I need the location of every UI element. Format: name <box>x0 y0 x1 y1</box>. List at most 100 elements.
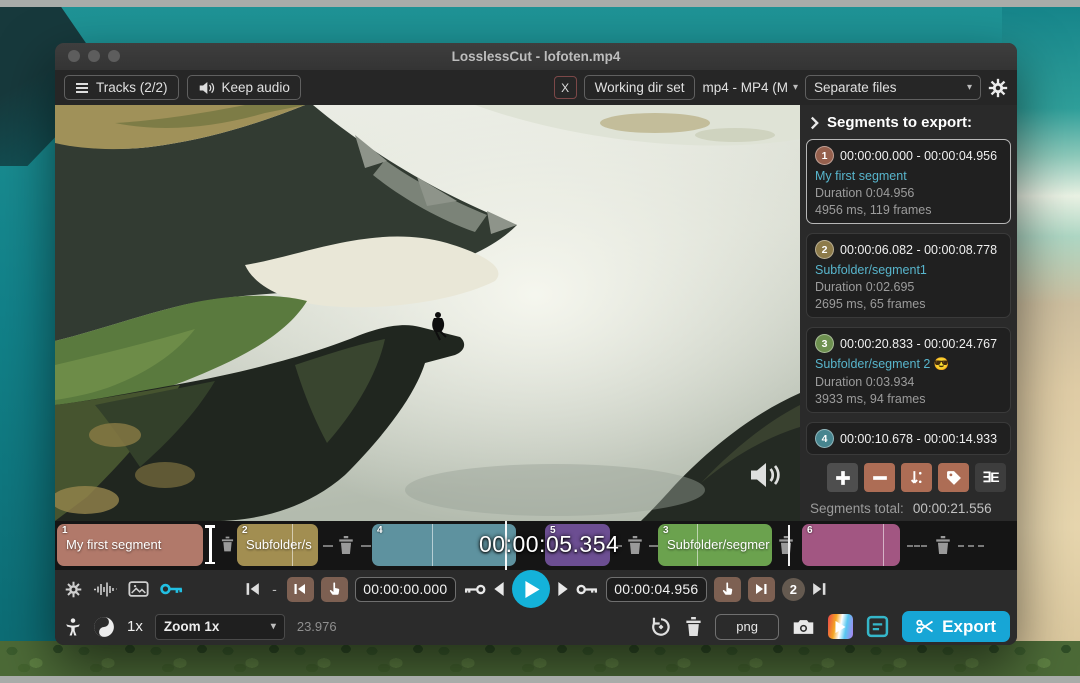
skip-end-icon <box>755 583 767 595</box>
timeline-segment[interactable]: 1 My first segment <box>57 524 203 566</box>
timeline-segment-number: 6 <box>807 525 813 536</box>
timeline-segment[interactable]: 3 Subfolder/segmer <box>658 524 772 566</box>
timeline-segment-number: 1 <box>62 525 68 536</box>
segment-list: 1 00:00:00.000 - 00:00:04.956 My first s… <box>800 139 1017 455</box>
merge-mode-select[interactable]: Separate files ▾ <box>805 75 981 100</box>
keyframes-key-icon[interactable] <box>160 582 184 596</box>
delete-segment-icon[interactable] <box>338 536 354 554</box>
timeline[interactable]: 1 My first segment 2 Subfolder/s 4 5 <box>55 521 1017 570</box>
segments-header-label: Segments to export: <box>827 114 972 131</box>
hand-icon <box>328 582 340 596</box>
segments-sidebar: Segments to export: 1 00:00:00.000 - 00:… <box>800 105 1017 521</box>
waveform-icon[interactable] <box>93 582 117 597</box>
step-forward-icon[interactable] <box>557 582 569 596</box>
set-cut-end-button[interactable] <box>714 577 741 602</box>
tracks-button[interactable]: Tracks (2/2) <box>64 75 179 100</box>
delete-segment-icon[interactable] <box>221 536 234 552</box>
working-dir-label: Working dir set <box>595 80 685 95</box>
thumbnails-icon[interactable] <box>128 581 149 597</box>
segment-name[interactable]: Subfolder/segment1 <box>815 263 1002 277</box>
motion-person-icon[interactable] <box>65 618 81 636</box>
segments-total-value: 00:00:21.556 <box>913 501 992 516</box>
jump-cut-end-button[interactable] <box>748 577 775 602</box>
split-segment-button[interactable]: ∃E <box>975 463 1006 492</box>
rotate-icon[interactable] <box>650 616 672 638</box>
timeline-tools <box>65 570 184 608</box>
zoom-value: Zoom 1x <box>164 619 220 634</box>
volume-overlay-icon[interactable] <box>748 460 784 495</box>
minus-icon <box>872 470 888 486</box>
segment-number-badge: 2 <box>815 240 834 259</box>
segment-card[interactable]: 3 00:00:20.833 - 00:00:24.767 Subfolder/… <box>806 327 1011 413</box>
close-window-icon[interactable] <box>68 50 80 62</box>
settings-gear-icon[interactable] <box>988 78 1008 98</box>
traffic-lights <box>68 50 120 62</box>
segment-card[interactable]: 4 00:00:10.678 - 00:00:14.933 <box>806 422 1011 455</box>
settings-gear-icon[interactable] <box>65 581 82 598</box>
key-left-icon[interactable] <box>463 583 486 596</box>
segment-detail: 3933 ms, 94 frames <box>815 392 1002 406</box>
gap-dash <box>361 545 371 547</box>
gap-dash <box>907 545 927 547</box>
video-preview[interactable] <box>55 105 800 521</box>
titlebar[interactable]: LosslessCut - lofoten.mp4 <box>55 43 1017 70</box>
segment-duration: Duration 0:04.956 <box>815 186 1002 200</box>
window-title: LosslessCut - lofoten.mp4 <box>452 49 621 64</box>
capture-format-button[interactable]: png <box>715 614 779 640</box>
gap-dash <box>958 545 984 547</box>
timeline-zoom-select[interactable]: Zoom 1x ▾ <box>155 614 285 640</box>
maximize-window-icon[interactable] <box>108 50 120 62</box>
play-button[interactable] <box>512 570 550 608</box>
camera-icon[interactable] <box>792 618 815 636</box>
working-dir-button[interactable]: Working dir set <box>584 75 696 100</box>
segment-card[interactable]: 2 00:00:06.082 - 00:00:08.778 Subfolder/… <box>806 233 1011 318</box>
mpv-player-icon[interactable] <box>828 614 853 639</box>
output-format-select[interactable]: mp4 - MP4 (M ▾ <box>702 80 798 95</box>
segment-time-range: 00:00:00.000 - 00:00:04.956 <box>840 149 997 163</box>
position-marker[interactable] <box>209 525 212 564</box>
screen-bezel-bottom <box>0 676 1080 683</box>
hamburger-icon <box>75 82 89 94</box>
scissors-icon <box>916 619 934 634</box>
close-file-button[interactable]: X <box>554 76 577 99</box>
remove-segment-button[interactable] <box>864 463 895 492</box>
current-segment-badge[interactable]: 2 <box>782 578 805 601</box>
timeline-segment-number: 2 <box>242 525 248 536</box>
minimize-window-icon[interactable] <box>88 50 100 62</box>
cut-start-time-input[interactable]: 00:00:00.000 <box>355 577 456 602</box>
set-cut-start-button[interactable] <box>321 577 348 602</box>
segments-header[interactable]: Segments to export: <box>800 105 1017 139</box>
export-button[interactable]: Export <box>902 611 1010 642</box>
playback-rate[interactable]: 1x <box>127 618 143 635</box>
delete-segment-icon[interactable] <box>778 536 794 554</box>
cut-end-time-input[interactable]: 00:00:04.956 <box>606 577 707 602</box>
segment-detail: 2695 ms, 65 frames <box>815 297 1002 311</box>
delete-segment-icon[interactable] <box>935 536 951 554</box>
timeline-segment-label: Subfolder/segmer <box>667 537 770 552</box>
edit-list-icon[interactable] <box>866 615 889 638</box>
segment-card[interactable]: 1 00:00:00.000 - 00:00:04.956 My first s… <box>806 139 1011 224</box>
sort-segments-button[interactable] <box>901 463 932 492</box>
label-segment-button[interactable] <box>938 463 969 492</box>
jump-file-start-icon[interactable] <box>246 582 260 596</box>
plus-icon <box>835 470 851 486</box>
timeline-segment[interactable]: 2 Subfolder/s <box>237 524 318 566</box>
timeline-segment[interactable]: 6 <box>802 524 900 566</box>
timeline-segment-number: 3 <box>663 525 669 536</box>
losslesscut-window: LosslessCut - lofoten.mp4 Tracks (2/2) K… <box>55 43 1017 645</box>
add-segment-button[interactable] <box>827 463 858 492</box>
yin-yang-icon[interactable] <box>93 616 115 638</box>
screen-bezel-top <box>0 0 1080 7</box>
trash-icon[interactable] <box>685 617 702 636</box>
step-back-icon[interactable] <box>493 582 505 596</box>
key-right-icon[interactable] <box>576 583 599 596</box>
tag-icon <box>946 470 962 486</box>
segment-number-badge: 1 <box>815 146 834 165</box>
toolbar-right: X Working dir set mp4 - MP4 (M ▾ Separat… <box>554 75 1008 100</box>
jump-file-end-icon[interactable] <box>812 582 826 596</box>
segment-name[interactable]: Subfolder/segment 2 😎 <box>815 357 1002 372</box>
keep-audio-button[interactable]: Keep audio <box>187 75 301 100</box>
delete-segment-icon[interactable] <box>627 536 643 554</box>
jump-cut-start-button[interactable] <box>287 577 314 602</box>
segment-name[interactable]: My first segment <box>815 169 1002 183</box>
